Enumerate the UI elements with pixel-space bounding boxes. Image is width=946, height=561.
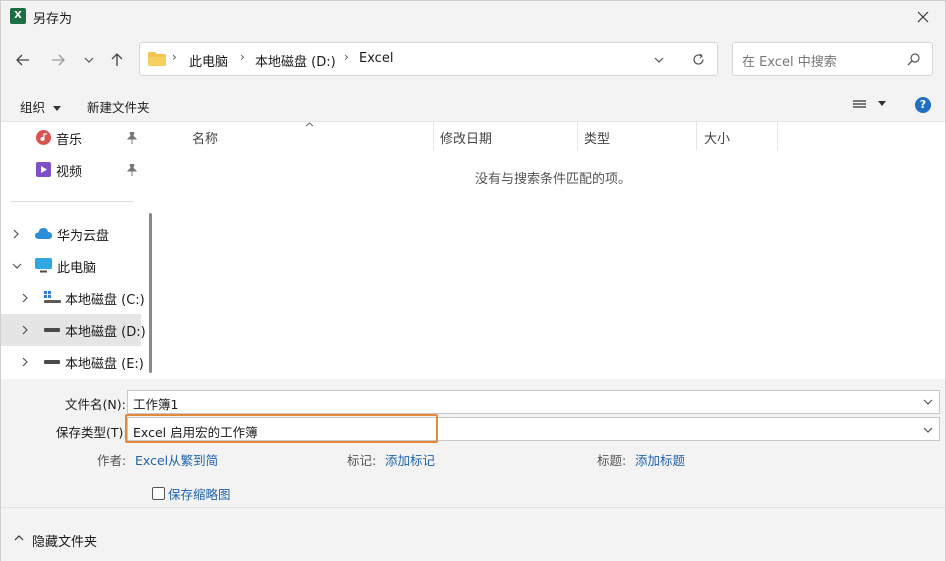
- system-drive-icon: [44, 291, 61, 303]
- chevron-right-icon[interactable]: [13, 229, 19, 239]
- title-input[interactable]: 添加标题: [635, 450, 685, 469]
- column-header-name[interactable]: 名称: [192, 128, 218, 147]
- arrow-left-icon: [16, 54, 29, 66]
- chevron-down-icon[interactable]: [923, 395, 933, 409]
- sidebar-item-music[interactable]: 音乐: [1, 122, 141, 154]
- empty-state-message: 没有与搜索条件匹配的项。: [475, 172, 632, 187]
- sidebar-item-label: 音乐: [56, 133, 83, 148]
- sidebar-item-drive-e[interactable]: 本地磁盘 (E:): [1, 346, 144, 378]
- navigation-bar: › 此电脑 › 本地磁盘 (D:) › Excel 在 Excel 中搜索: [1, 32, 945, 89]
- nav-scrollbar[interactable]: [149, 213, 152, 373]
- search-box[interactable]: 在 Excel 中搜索: [732, 42, 933, 76]
- organize-button[interactable]: 组织: [20, 97, 61, 116]
- breadcrumb-item-drive-d[interactable]: 本地磁盘 (D:): [255, 51, 336, 70]
- caret-down-icon: [877, 101, 886, 106]
- sort-ascending-icon: [305, 122, 314, 127]
- list-view-icon: [853, 100, 866, 108]
- sidebar-item-label: 视频: [56, 165, 83, 180]
- up-button[interactable]: [105, 46, 129, 74]
- column-header-size[interactable]: 大小: [704, 128, 730, 147]
- author-value[interactable]: Excel从繁到简: [135, 450, 218, 469]
- sidebar-item-label: 此电脑: [57, 261, 97, 276]
- hide-folders-label: 隐藏文件夹: [32, 535, 98, 550]
- search-icon: [907, 53, 920, 66]
- column-divider[interactable]: [696, 122, 697, 150]
- refresh-icon[interactable]: [692, 53, 705, 66]
- file-list: 名称 修改日期 类型 大小 没有与搜索条件匹配的项。: [159, 122, 945, 379]
- forward-button[interactable]: [46, 46, 70, 74]
- sidebar-item-label: 本地磁盘 (D:): [65, 325, 146, 340]
- computer-icon: [35, 258, 52, 273]
- breadcrumb-separator: ›: [240, 50, 245, 64]
- filetype-focus-highlight: [125, 414, 438, 443]
- sidebar-item-label: 本地磁盘 (E:): [65, 357, 144, 372]
- chevron-down-icon[interactable]: [923, 423, 933, 437]
- cloud-icon: [35, 228, 52, 239]
- tags-input[interactable]: 添加标记: [385, 450, 435, 469]
- folder-icon: [148, 52, 166, 66]
- sidebar-item-this-pc[interactable]: 此电脑: [1, 250, 141, 282]
- close-button[interactable]: [901, 1, 945, 32]
- pin-icon[interactable]: [127, 132, 137, 144]
- save-thumbnail-checkbox[interactable]: [152, 487, 165, 500]
- back-button[interactable]: [11, 46, 35, 74]
- sidebar-item-label: 华为云盘: [57, 229, 110, 244]
- new-folder-button[interactable]: 新建文件夹: [87, 97, 150, 116]
- chevron-down-icon: [84, 57, 94, 63]
- drive-icon: [44, 360, 60, 364]
- save-form: 文件名(N): 工作簿1 保存类型(T): Excel 启用宏的工作簿 作者: …: [1, 379, 945, 507]
- chevron-down-icon[interactable]: [12, 263, 22, 269]
- filename-value: 工作簿1: [133, 397, 179, 412]
- arrow-right-icon: [52, 54, 65, 66]
- chevron-right-icon[interactable]: [22, 357, 28, 367]
- breadcrumb-item-excel[interactable]: Excel: [359, 51, 393, 66]
- organize-label: 组织: [20, 100, 46, 115]
- window-title: 另存为: [33, 12, 73, 27]
- column-divider[interactable]: [577, 122, 578, 150]
- recent-locations-button[interactable]: [77, 46, 101, 74]
- title-label: 标题:: [597, 453, 627, 468]
- breadcrumb-separator: ›: [172, 50, 177, 64]
- filetype-label: 保存类型(T):: [56, 425, 128, 440]
- sidebar-item-huawei-cloud[interactable]: 华为云盘: [1, 218, 141, 250]
- nav-divider: [11, 201, 133, 202]
- chevron-right-icon[interactable]: [22, 293, 28, 303]
- filename-input[interactable]: 工作簿1: [127, 390, 940, 414]
- caret-down-icon: [53, 106, 61, 111]
- excel-app-icon: X: [10, 8, 26, 24]
- search-input[interactable]: 在 Excel 中搜索: [742, 51, 837, 70]
- address-bar[interactable]: › 此电脑 › 本地磁盘 (D:) › Excel: [139, 42, 718, 76]
- breadcrumb-item-this-pc[interactable]: 此电脑: [189, 51, 228, 70]
- sidebar-item-label: 本地磁盘 (C:): [65, 293, 145, 308]
- author-label: 作者:: [97, 453, 127, 468]
- save-as-dialog: X 另存为 › 此电脑 › 本地磁盘 (D:) › Excel 在 Excel …: [0, 0, 946, 561]
- address-dropdown-icon[interactable]: [654, 57, 664, 63]
- pin-icon[interactable]: [127, 164, 137, 176]
- close-icon: [917, 11, 929, 22]
- column-divider[interactable]: [433, 122, 434, 150]
- filename-label: 文件名(N):: [65, 397, 126, 412]
- sidebar-item-videos[interactable]: 视频: [1, 154, 141, 186]
- title-bar: X 另存为: [1, 1, 945, 32]
- hide-folders-button[interactable]: 隐藏文件夹: [1, 520, 111, 554]
- chevron-right-icon[interactable]: [22, 325, 28, 335]
- view-options-button[interactable]: [853, 98, 886, 113]
- save-thumbnail-label[interactable]: 保存缩略图: [168, 484, 231, 503]
- breadcrumb-separator: ›: [344, 50, 349, 64]
- sidebar-item-drive-c[interactable]: 本地磁盘 (C:): [1, 282, 145, 314]
- column-header-date-modified[interactable]: 修改日期: [440, 128, 492, 147]
- navigation-pane: 音乐 视频 华为云盘 此电脑 本地磁盘 (C:) 本地磁盘 (D:) 本地磁盘 …: [1, 122, 146, 379]
- sidebar-item-drive-d[interactable]: 本地磁盘 (D:): [1, 314, 146, 346]
- drive-icon: [44, 328, 60, 332]
- command-bar: 组织 新建文件夹 ?: [1, 89, 945, 122]
- column-divider[interactable]: [777, 122, 778, 150]
- video-icon: [36, 162, 51, 177]
- tags-label: 标记:: [347, 453, 377, 468]
- arrow-up-icon: [111, 53, 123, 66]
- help-button[interactable]: ?: [915, 97, 931, 113]
- column-header-type[interactable]: 类型: [584, 128, 610, 147]
- dialog-footer: 隐藏文件夹: [1, 507, 945, 561]
- music-icon: [36, 130, 51, 145]
- chevron-up-icon: [14, 535, 24, 541]
